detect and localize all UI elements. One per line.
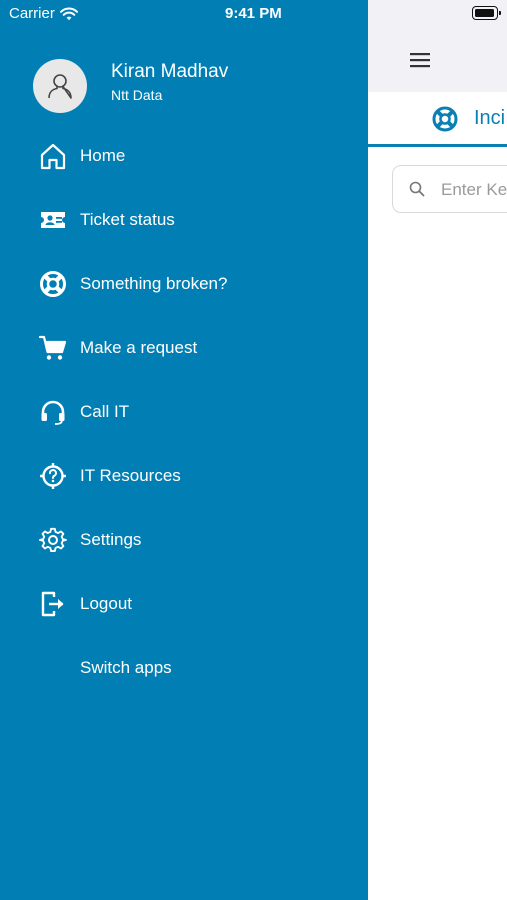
logout-icon (39, 590, 67, 618)
lifebuoy-icon (39, 270, 67, 298)
user-name: Kiran Madhav (111, 61, 229, 82)
gear-icon (39, 526, 67, 554)
menu-item-call-it[interactable]: Call IT (0, 380, 368, 444)
user-organization: Ntt Data (111, 87, 163, 103)
menu-item-label: Ticket status (80, 210, 175, 229)
search-box[interactable] (392, 165, 507, 213)
headset-icon (39, 398, 67, 426)
menu-item-logout[interactable]: Logout (0, 572, 368, 636)
hamburger-menu-icon[interactable] (408, 50, 432, 70)
menu-item-label: Settings (80, 530, 142, 549)
menu-item-label: Switch apps (80, 658, 172, 677)
user-icon (48, 74, 72, 99)
main-content: Inci (368, 0, 507, 900)
cart-icon (39, 334, 67, 362)
status-bar-carrier: Carrier (9, 5, 78, 22)
home-icon (39, 142, 67, 170)
search-input[interactable] (441, 180, 507, 200)
menu-item-label: IT Resources (80, 466, 181, 485)
battery-icon (472, 6, 501, 20)
help-target-icon (39, 462, 67, 490)
ticket-icon (39, 206, 67, 234)
menu-item-ticket-status[interactable]: Ticket status (0, 188, 368, 252)
tab-incident-label: Inci (474, 107, 506, 129)
avatar[interactable] (33, 59, 87, 113)
carrier-label: Carrier (9, 5, 55, 22)
menu-item-settings[interactable]: Settings (0, 508, 368, 572)
menu-item-switch-apps[interactable]: Switch apps (0, 636, 368, 700)
drawer-menu: Home Ticket status Something broken? Mak… (0, 124, 368, 700)
wifi-icon (59, 7, 78, 21)
menu-item-home[interactable]: Home (0, 124, 368, 188)
lifebuoy-icon (432, 106, 458, 132)
menu-item-it-resources[interactable]: IT Resources (0, 444, 368, 508)
search-icon (409, 181, 425, 197)
navigation-drawer: Carrier 9:41 PM Kiran Madhav Ntt Data Ho… (0, 0, 368, 900)
menu-item-label: Home (80, 146, 126, 165)
main-header (368, 0, 507, 92)
menu-item-label: Something broken? (80, 274, 228, 293)
menu-item-label: Make a request (80, 338, 198, 357)
menu-item-something-broken[interactable]: Something broken? (0, 252, 368, 316)
menu-item-label: Logout (80, 594, 132, 613)
status-bar-time: 9:41 PM (225, 5, 282, 22)
menu-item-label: Call IT (80, 402, 130, 421)
menu-item-make-request[interactable]: Make a request (0, 316, 368, 380)
